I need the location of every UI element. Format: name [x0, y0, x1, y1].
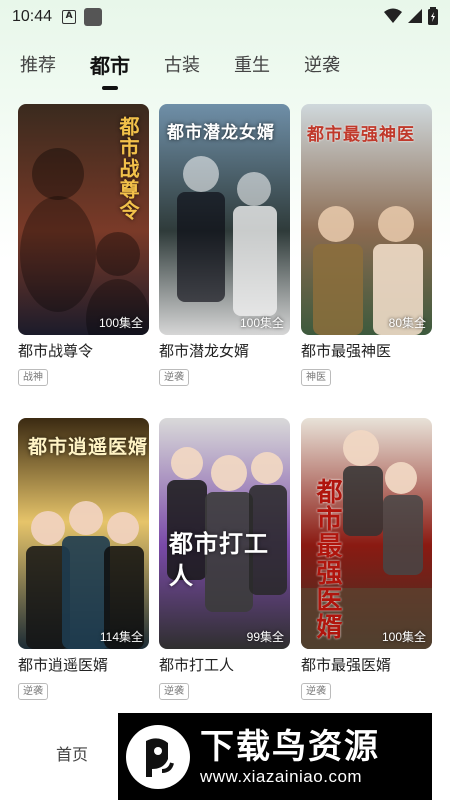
drama-title[interactable]: 都市逍遥医婿 — [18, 654, 149, 675]
drama-poster[interactable]: 都市最强医婿 100集全 — [301, 418, 432, 649]
episode-count: 100集全 — [98, 316, 143, 330]
drama-card[interactable]: 都市潜龙女婿 100集全 都市潜龙女婿 逆袭 — [159, 104, 290, 386]
notification-square-icon — [84, 8, 103, 26]
poster-title-text: 都市逍遥医婿 — [28, 436, 149, 458]
genre-tag[interactable]: 逆袭 — [159, 683, 189, 700]
drama-title[interactable]: 都市潜龙女婿 — [159, 340, 290, 361]
drama-card[interactable]: 都市战尊令 100集全 都市战尊令 战神 — [18, 104, 149, 386]
status-icons — [384, 7, 438, 25]
notification-icon: A — [62, 10, 77, 24]
drama-card[interactable]: 都市最强医婿 100集全 都市最强医婿 逆袭 — [301, 418, 432, 700]
drama-poster[interactable]: 都市最强神医 80集全 — [301, 104, 432, 335]
poster-title-text: 都市打工人 — [169, 530, 269, 590]
category-tabs: 推荐 都市 古装 重生 逆袭 — [0, 48, 450, 92]
poster-title-text: 都市最强神医 — [307, 125, 415, 145]
drama-card[interactable]: 都市逍遥医婿 114集全 都市逍遥医婿 逆袭 — [18, 418, 149, 700]
watermark-name: 下载鸟资源 — [200, 726, 380, 767]
drama-poster[interactable]: 都市潜龙女婿 100集全 — [159, 104, 290, 335]
watermark-url: www.xiazainiao.com — [200, 766, 363, 786]
episode-count: 99集全 — [246, 630, 284, 644]
watermark-banner: 下载鸟资源 www.xiazainiao.com — [118, 713, 432, 800]
genre-tag[interactable]: 逆袭 — [301, 683, 331, 700]
genre-tag[interactable]: 逆袭 — [18, 683, 48, 700]
episode-count: 80集全 — [388, 316, 426, 330]
tab-costume[interactable]: 古装 — [164, 48, 200, 92]
active-tab-indicator — [102, 86, 118, 90]
drama-title[interactable]: 都市最强医婿 — [301, 654, 432, 675]
wifi-icon — [384, 8, 402, 23]
signal-icon — [408, 9, 422, 23]
drama-title[interactable]: 都市战尊令 — [18, 340, 149, 361]
genre-tag[interactable]: 逆袭 — [159, 369, 189, 386]
drama-card[interactable]: 都市最强神医 80集全 都市最强神医 神医 — [301, 104, 432, 386]
drama-card[interactable]: 都市打工人 99集全 都市打工人 逆袭 — [159, 418, 290, 700]
bird-logo-icon — [126, 724, 190, 789]
battery-icon — [428, 7, 438, 25]
watermark-text: 下载鸟资源 www.xiazainiao.com — [200, 727, 380, 787]
episode-count: 114集全 — [99, 630, 143, 644]
drama-poster[interactable]: 都市战尊令 100集全 — [18, 104, 149, 335]
drama-poster[interactable]: 都市逍遥医婿 114集全 — [18, 418, 149, 649]
nav-home[interactable]: 首页 — [56, 741, 88, 765]
tab-rebirth[interactable]: 重生 — [234, 48, 270, 92]
poster-title-text: 都市潜龙女婿 — [167, 123, 275, 143]
drama-title[interactable]: 都市打工人 — [159, 654, 290, 675]
episode-count: 100集全 — [381, 630, 426, 644]
poster-title-text: 都市战尊令 — [116, 116, 140, 221]
tab-recommend[interactable]: 推荐 — [20, 48, 56, 92]
genre-tag[interactable]: 战神 — [18, 369, 48, 386]
drama-poster[interactable]: 都市打工人 99集全 — [159, 418, 290, 649]
episode-count: 100集全 — [239, 316, 284, 330]
poster-title-text: 都市最强医婿 — [312, 478, 342, 640]
status-time: 10:44 — [12, 8, 53, 25]
genre-tag[interactable]: 神医 — [301, 369, 331, 386]
status-bar: 10:44 A — [0, 0, 450, 34]
tab-urban[interactable]: 都市 — [90, 48, 130, 92]
tab-counterattack[interactable]: 逆袭 — [304, 48, 340, 92]
drama-title[interactable]: 都市最强神医 — [301, 340, 432, 361]
